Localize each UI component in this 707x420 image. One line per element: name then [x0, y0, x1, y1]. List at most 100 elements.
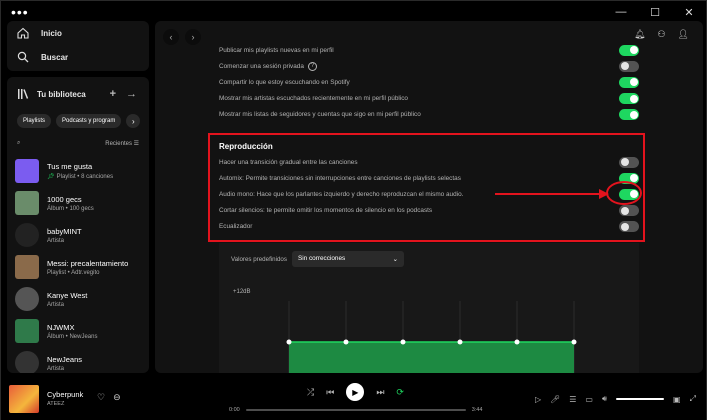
setting-toggle[interactable]: [619, 76, 639, 88]
volume-slider[interactable]: [616, 398, 665, 400]
progress-row: 0:00 3:44: [229, 407, 482, 413]
library-item-subtitle-row: Álbum • 100 gecs: [47, 206, 94, 212]
equalizer-graph[interactable]: [219, 243, 639, 373]
library-item-subtitle-row: Artista: [47, 302, 87, 308]
setting-label-wrap: Comenzar una sesión privada?: [219, 61, 317, 71]
library-item-subtitle: Álbum • NewJeans: [47, 333, 98, 340]
setting-toggle[interactable]: [619, 93, 639, 105]
setting-toggle[interactable]: [619, 60, 639, 72]
miniplayer-icon[interactable]: ▣: [673, 395, 681, 404]
now-playing-cover[interactable]: [9, 385, 39, 413]
info-icon[interactable]: ?: [307, 61, 317, 71]
library-item-title: babyMINT: [47, 226, 82, 236]
settings-panel: ‹ › 🔔︎ ⚇ 👤︎ Publicar mis playlists nueva…: [155, 21, 703, 373]
notifications-bell-icon[interactable]: 🔔︎: [634, 29, 645, 40]
library-item-subtitle: Artista: [47, 365, 65, 372]
library-item-title: NJWMX: [47, 322, 75, 332]
eq-handle[interactable]: [514, 339, 520, 345]
library-item-cover: [15, 351, 39, 373]
eq-handle[interactable]: [343, 339, 349, 345]
library-item-title: 1000 gecs: [47, 194, 82, 204]
library-title[interactable]: Tu biblioteca: [37, 90, 86, 99]
library-item[interactable]: Kanye West Artista: [7, 283, 149, 315]
setting-toggle[interactable]: [619, 109, 639, 121]
previous-icon[interactable]: ⏮: [326, 387, 334, 398]
library-item[interactable]: NJWMX Álbum • NewJeans: [7, 315, 149, 347]
library-item-cover: [15, 159, 39, 183]
add-icon[interactable]: +: [110, 88, 116, 100]
library-item[interactable]: Tus me gusta 📌︎ Playlist • 8 canciones: [7, 155, 149, 187]
library-item-subtitle-row: Artista: [47, 366, 82, 372]
library-item-cover: [15, 319, 39, 343]
library-item-text: babyMINT Artista: [47, 227, 82, 244]
setting-row: Mostrar mis listas de seguidores y cuent…: [219, 108, 639, 122]
fullscreen-icon[interactable]: ⤢: [690, 394, 696, 404]
library-item[interactable]: babyMINT Artista: [7, 219, 149, 251]
library-item-cover: [15, 191, 39, 215]
library-item[interactable]: NewJeans Artista: [7, 347, 149, 373]
now-playing-title[interactable]: Cyberpunk: [47, 390, 83, 399]
lyrics-icon[interactable]: 🎤︎: [550, 395, 560, 404]
setting-label-wrap: Mostrar mis artistas escuchados reciente…: [219, 95, 408, 102]
toggle-knob: [629, 46, 638, 54]
nav-search[interactable]: Buscar: [7, 45, 149, 69]
connect-device-icon[interactable]: ▭: [585, 395, 593, 404]
setting-toggle[interactable]: [619, 44, 639, 56]
eq-handle[interactable]: [571, 339, 577, 345]
library-item[interactable]: Messi: precalentamiento Playlist • Adtr.v…: [7, 251, 149, 283]
back-button[interactable]: ‹: [163, 29, 179, 45]
library-item-subtitle: Artista: [47, 237, 65, 244]
library-item-subtitle: Álbum • 100 gecs: [47, 205, 94, 212]
sort-label: Recientes: [105, 140, 132, 147]
setting-label: Mostrar mis listas de seguidores y cuent…: [219, 111, 421, 119]
library-icon[interactable]: [17, 88, 29, 100]
repeat-icon[interactable]: ⟳: [396, 387, 404, 398]
forward-button[interactable]: ›: [185, 29, 201, 45]
eq-handle[interactable]: [400, 339, 406, 345]
chevron-right-icon[interactable]: ›: [126, 114, 141, 128]
queue-icon[interactable]: ☰: [569, 395, 576, 404]
now-playing-view-icon[interactable]: ▷: [535, 395, 541, 404]
setting-label-wrap: Compartir lo que estoy escuchando en Spo…: [219, 79, 350, 86]
setting-label: Comenzar una sesión privada: [219, 62, 304, 70]
setting-row: Compartir lo que estoy escuchando en Spo…: [219, 75, 639, 89]
next-icon[interactable]: ⏭: [376, 387, 384, 398]
mute-icon[interactable]: 🔊︎: [602, 394, 607, 404]
chip-podcasts[interactable]: Podcasts y program: [56, 114, 122, 128]
library-item-subtitle-row: Playlist • Adtr.vegito: [47, 270, 128, 276]
eq-fill: [289, 342, 574, 373]
chip-playlists[interactable]: Playlists: [17, 114, 52, 128]
sort-button[interactable]: Recientes ☰: [105, 140, 139, 147]
hide-icon[interactable]: ⊖: [113, 392, 121, 403]
friend-activity-icon[interactable]: ⚇: [657, 29, 665, 40]
close-button[interactable]: ✕: [672, 1, 706, 23]
toggle-knob: [629, 94, 638, 103]
maximize-button[interactable]: ☐: [638, 1, 672, 23]
library-item-title: Tus me gusta: [47, 162, 93, 171]
eq-handle[interactable]: [286, 339, 292, 345]
now-playing-artist[interactable]: ATEEZ: [47, 401, 64, 407]
library-item-title: NewJeans: [47, 354, 83, 364]
menu-dots-icon[interactable]: •••: [11, 5, 29, 19]
library-search-icon[interactable]: ⌕: [17, 140, 20, 147]
setting-label: Publicar mis playlists nuevas en mi perf…: [219, 46, 334, 54]
play-button[interactable]: ▶: [346, 383, 365, 401]
top-right-actions: 🔔︎ ⚇ 👤︎: [634, 29, 689, 40]
minimize-button[interactable]: —: [604, 1, 638, 23]
sort-row: ⌕ Recientes ☰: [7, 131, 149, 155]
shuffle-icon[interactable]: ⤮: [307, 387, 314, 398]
expand-arrow-icon[interactable]: →: [126, 88, 137, 100]
profile-icon[interactable]: 👤︎: [678, 29, 689, 40]
library-item-text: NewJeans Artista: [47, 355, 82, 372]
spotify-window: ••• — ☐ ✕ Inicio Buscar Tu biblioteca + …: [0, 0, 707, 420]
eq-handle[interactable]: [457, 339, 463, 345]
nav-home[interactable]: Inicio: [7, 21, 149, 45]
setting-row: Comenzar una sesión privada?: [219, 59, 639, 73]
heart-icon[interactable]: ♡: [97, 392, 105, 403]
elapsed-time: 0:00: [229, 407, 240, 413]
library-item-subtitle-row: Álbum • NewJeans: [47, 334, 97, 340]
progress-bar[interactable]: [245, 409, 466, 411]
pin-icon: 📌︎: [47, 174, 55, 180]
setting-label: Mostrar mis artistas escuchados reciente…: [219, 95, 408, 103]
library-item[interactable]: 1000 gecs Álbum • 100 gecs: [7, 187, 149, 219]
